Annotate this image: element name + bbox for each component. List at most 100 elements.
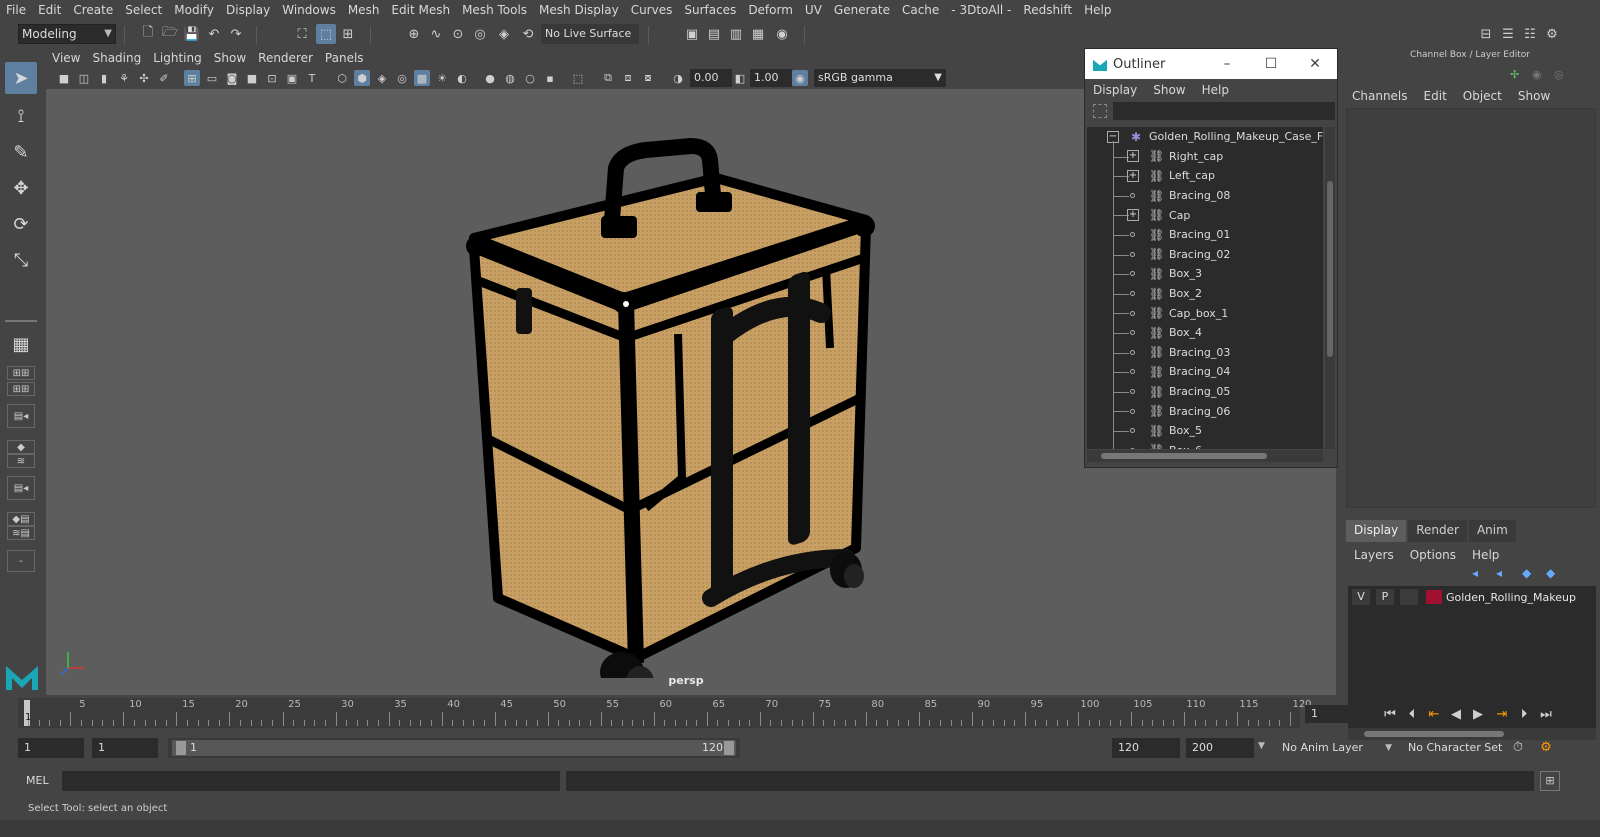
open-scene-icon[interactable]: 🗁 xyxy=(160,24,180,44)
workspace-icon[interactable]: ⊟ xyxy=(1476,24,1496,44)
outliner-row-right-cap[interactable]: + ⛓ Right_cap xyxy=(1087,147,1323,167)
tool-settings-icon[interactable]: ⚙ xyxy=(1542,24,1562,44)
step-forward-key-icon[interactable]: ⇥ xyxy=(1492,704,1512,724)
ambient-occlusion-icon[interactable]: ● xyxy=(482,70,498,86)
graph-editor-layout-icon[interactable]: ≋ xyxy=(7,454,35,468)
move-layer-down-icon[interactable]: ◂ xyxy=(1496,566,1502,580)
grease-pencil-icon[interactable]: ✐ xyxy=(156,70,172,86)
outliner-row-bracing-01[interactable]: ⛓ Bracing_01 xyxy=(1087,225,1323,245)
expand-icon[interactable]: + xyxy=(1127,169,1139,182)
anim-layer-select[interactable]: No Anim Layer ▼ xyxy=(1276,738,1396,758)
outliner-row-cap[interactable]: + ⛓ Cap xyxy=(1087,205,1323,225)
wireframe-on-shaded-icon[interactable]: ◈ xyxy=(374,70,390,86)
mode-selector[interactable]: Modeling ▼ xyxy=(18,24,116,44)
live-surface-field[interactable]: No Live Surface xyxy=(541,24,639,44)
outliner-row-box-2[interactable]: ⛓ Box_2 xyxy=(1087,284,1323,304)
grid-toggle-icon[interactable]: ⊞ xyxy=(184,70,200,86)
select-component-icon[interactable]: ⊞ xyxy=(338,24,358,44)
outliner-row-bracing-04[interactable]: ⛓ Bracing_04 xyxy=(1087,362,1323,382)
playback-start-field[interactable]: 1 xyxy=(92,738,158,758)
menu-edit[interactable]: Edit xyxy=(32,3,67,17)
four-view-layout-icon[interactable]: ⊞⊞ xyxy=(7,366,35,380)
textured-icon[interactable]: ▩ xyxy=(414,70,430,86)
outliner-row-bracing-03[interactable]: ⛓ Bracing_03 xyxy=(1087,343,1323,363)
snap-curve-icon[interactable]: ∿ xyxy=(426,24,446,44)
move-tool-icon[interactable]: ✥ xyxy=(5,172,37,204)
layer-editor-menu-help[interactable]: Help xyxy=(1464,548,1507,562)
image-plane-icon[interactable]: ⚘ xyxy=(116,70,132,86)
snap-point-icon[interactable]: ⊙ xyxy=(448,24,468,44)
layer-editor-menu-layers[interactable]: Layers xyxy=(1346,548,1402,562)
isolate-select-icon[interactable]: ⬚ xyxy=(570,70,586,86)
single-perspective-layout-icon[interactable]: ▦ xyxy=(5,328,37,360)
menu-file[interactable]: File xyxy=(0,3,32,17)
outliner-menu-help[interactable]: Help xyxy=(1194,83,1237,97)
paint-select-tool-icon[interactable]: ✎ xyxy=(5,136,37,168)
menu-edit-mesh[interactable]: Edit Mesh xyxy=(385,3,456,17)
menu-mesh-display[interactable]: Mesh Display xyxy=(533,3,625,17)
rotate-tool-icon[interactable]: ⟳ xyxy=(5,208,37,240)
outliner-menu-show[interactable]: Show xyxy=(1145,83,1193,97)
resolution-gate-icon[interactable]: ◙ xyxy=(224,70,240,86)
menu-help[interactable]: Help xyxy=(1078,3,1117,17)
channel-box-menu-show[interactable]: Show xyxy=(1510,89,1558,103)
xray-icon[interactable]: ⧉ xyxy=(600,70,616,86)
range-end-handle[interactable] xyxy=(724,741,734,755)
outliner-row-bracing-06[interactable]: ⛓ Bracing_06 xyxy=(1087,401,1323,421)
new-empty-layer-icon[interactable]: ◆ xyxy=(1522,566,1531,580)
play-backwards-icon[interactable]: ◀ xyxy=(1446,704,1466,724)
transform-icon[interactable]: ✢ xyxy=(1510,68,1524,82)
makeup-case-model[interactable] xyxy=(446,98,886,678)
modeling-toolkit-icon[interactable]: ☰ xyxy=(1498,24,1518,44)
safe-title-icon[interactable]: T xyxy=(304,70,320,86)
layer-editor-menu-options[interactable]: Options xyxy=(1402,548,1464,562)
menu-display[interactable]: Display xyxy=(220,3,276,17)
range-slider[interactable]: 1 120 xyxy=(168,738,740,758)
go-to-start-icon[interactable]: ⏮ xyxy=(1380,704,1400,724)
hypershade-layout-icon[interactable]: ▤◂ xyxy=(7,476,35,500)
viewport-menu-lighting[interactable]: Lighting xyxy=(147,51,208,65)
gate-mask-icon[interactable]: ■ xyxy=(244,70,260,86)
select-hierarchy-icon[interactable]: ⛶ xyxy=(292,24,312,44)
render-frame-icon[interactable]: ▤ xyxy=(704,24,724,44)
gamma-icon[interactable]: ◧ xyxy=(732,70,748,86)
menu-cache[interactable]: Cache xyxy=(896,3,945,17)
anti-aliasing-icon[interactable]: ○ xyxy=(522,70,538,86)
menu-deform[interactable]: Deform xyxy=(742,3,799,17)
outliner-row-box-3[interactable]: ⛓ Box_3 xyxy=(1087,264,1323,284)
outliner-row-box-4[interactable]: ⛓ Box_4 xyxy=(1087,323,1323,343)
animation-start-field[interactable]: 1 xyxy=(18,738,84,758)
scroll-thumb[interactable] xyxy=(1327,181,1333,357)
channel-box-menu-edit[interactable]: Edit xyxy=(1416,89,1455,103)
layer-visibility-toggle[interactable]: V xyxy=(1352,589,1370,605)
go-to-end-icon[interactable]: ⏭ xyxy=(1536,704,1556,724)
xray-active-icon[interactable]: ⧈ xyxy=(620,70,636,86)
camera-select-icon[interactable]: ■ xyxy=(56,70,72,86)
menu-create[interactable]: Create xyxy=(67,3,119,17)
bookmark-icon[interactable]: ▮ xyxy=(96,70,112,86)
tab-anim[interactable]: Anim xyxy=(1468,520,1516,542)
outliner-title-bar[interactable]: Outliner – ☐ ✕ xyxy=(1085,49,1337,79)
persp-outliner-alt-icon[interactable]: ◆▤ xyxy=(7,512,35,526)
menu-uv[interactable]: UV xyxy=(799,3,828,17)
use-all-lights-icon[interactable]: ☀ xyxy=(434,70,450,86)
snap-live-icon[interactable]: ⟲ xyxy=(518,24,538,44)
expand-icon[interactable]: + xyxy=(1127,209,1139,222)
play-forwards-icon[interactable]: ▶ xyxy=(1468,704,1488,724)
save-scene-icon[interactable]: 💾 xyxy=(182,24,202,44)
camera-attributes-icon[interactable]: ◫ xyxy=(76,70,92,86)
command-input[interactable] xyxy=(62,771,560,791)
render-view-icon[interactable]: ▣ xyxy=(682,24,702,44)
menu-mesh[interactable]: Mesh xyxy=(342,3,386,17)
menu-3dtoall[interactable]: - 3DtoAll - xyxy=(945,3,1017,17)
step-back-frame-icon[interactable]: ⏴ xyxy=(1402,704,1422,724)
layer-display-type-toggle[interactable] xyxy=(1400,589,1418,605)
scale-tool-icon[interactable]: ⤡ xyxy=(5,244,37,276)
move-layer-up-icon[interactable]: ◂ xyxy=(1472,566,1478,580)
smooth-shade-icon[interactable]: ⬢ xyxy=(354,70,370,86)
attribute-editor-icon[interactable]: ☷ xyxy=(1520,24,1540,44)
wireframe-icon[interactable]: ⬡ xyxy=(334,70,350,86)
outliner-row-bracing-08[interactable]: ⛓ Bracing_08 xyxy=(1087,186,1323,206)
new-scene-icon[interactable]: 🗋 xyxy=(138,24,158,44)
redo-icon[interactable]: ↷ xyxy=(226,24,246,44)
